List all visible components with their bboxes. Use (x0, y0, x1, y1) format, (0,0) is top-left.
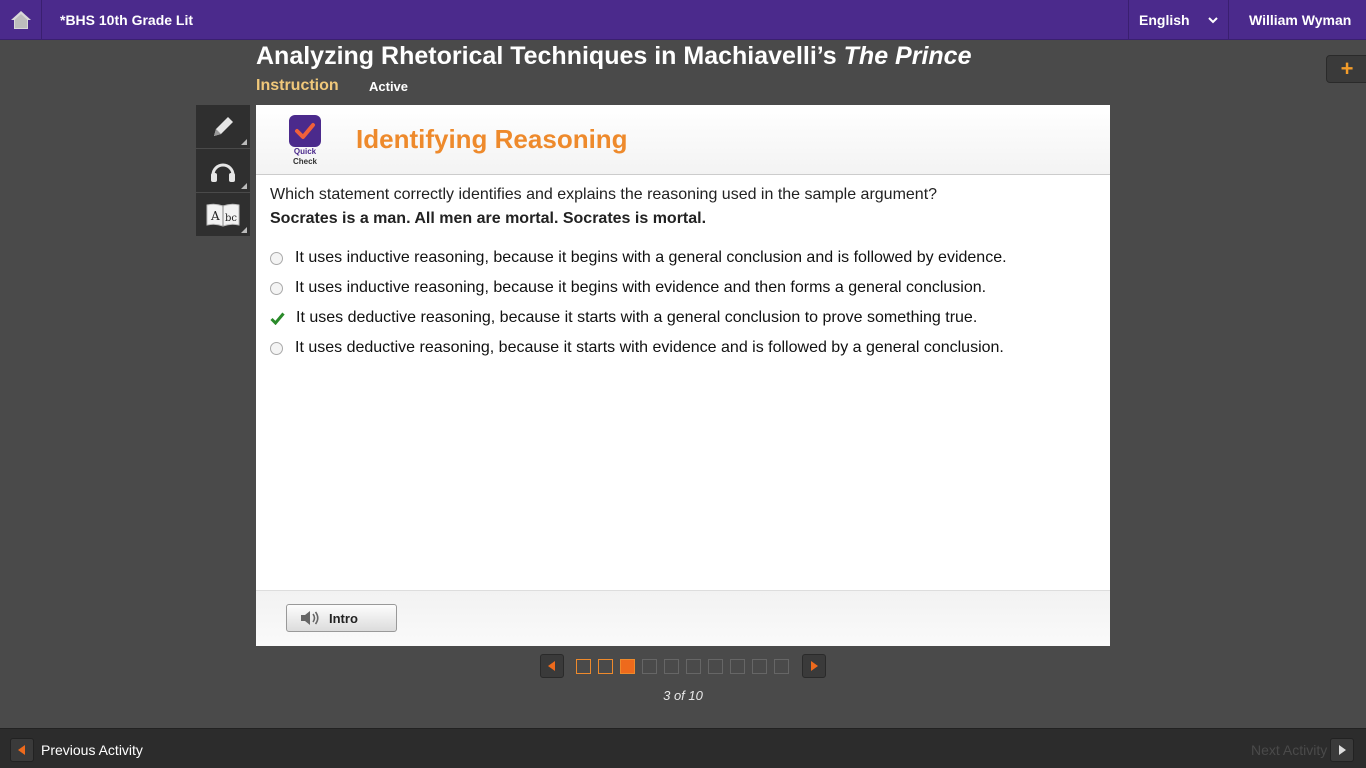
tool-corner-marker (241, 183, 247, 189)
answer-list: It uses inductive reasoning, because it … (270, 243, 1007, 363)
page-dot-7[interactable] (708, 659, 723, 674)
answer-option-2[interactable]: It uses inductive reasoning, because it … (270, 273, 1007, 303)
top-bar: *BHS 10th Grade Lit English William Wyma… (0, 0, 1366, 40)
dictionary-icon: A bc (206, 203, 240, 227)
question-text: Which statement correctly identifies and… (270, 186, 938, 203)
answer-text: It uses inductive reasoning, because it … (295, 249, 1007, 266)
speaker-icon (301, 611, 319, 625)
status-label: Active (369, 79, 409, 94)
page-dot-5[interactable] (664, 659, 679, 674)
add-button[interactable]: + (1326, 55, 1366, 83)
arrow-left-icon (548, 661, 555, 671)
tool-corner-marker (241, 227, 247, 233)
user-name[interactable]: William Wyman (1249, 0, 1351, 40)
page-count: 3 of 10 (663, 688, 703, 703)
page-dot-2[interactable] (598, 659, 613, 674)
panel-footer: Intro (256, 590, 1110, 646)
tool-corner-marker (241, 139, 247, 145)
lesson-title-work: The Prince (843, 42, 972, 70)
answer-option-1[interactable]: It uses inductive reasoning, because it … (270, 243, 1007, 273)
page-dot-3[interactable] (620, 659, 635, 674)
lesson-title: Analyzing Rhetorical Techniques in Machi… (256, 42, 971, 71)
activity-panel: Quick Check Identifying Reasoning Which … (256, 105, 1110, 646)
radio-button[interactable] (270, 251, 283, 265)
lesson-title-text: Analyzing Rhetorical Techniques in Machi… (256, 42, 844, 70)
notes-tool-button[interactable] (196, 105, 250, 149)
prev-page-button[interactable] (540, 654, 564, 678)
answer-option-4[interactable]: It uses deductive reasoning, because it … (270, 333, 1007, 363)
page-dot-10[interactable] (774, 659, 789, 674)
quick-check-label-line1: Quick (293, 147, 317, 156)
headphones-icon (211, 163, 235, 182)
previous-activity-label[interactable]: Previous Activity (41, 729, 143, 768)
radio-button[interactable] (270, 341, 283, 355)
page-dot-8[interactable] (730, 659, 745, 674)
answer-text: It uses deductive reasoning, because it … (295, 339, 1004, 356)
language-select[interactable]: English (1128, 0, 1229, 40)
answer-text: It uses inductive reasoning, because it … (295, 279, 987, 296)
page-dot-1[interactable] (576, 659, 591, 674)
home-icon (10, 11, 31, 29)
glossary-tool-button[interactable]: A bc (196, 193, 250, 237)
svg-text:A: A (210, 209, 220, 223)
arrow-left-icon (18, 745, 25, 755)
language-value: English (1139, 12, 1190, 28)
radio-button[interactable] (270, 281, 283, 295)
home-button[interactable] (0, 0, 42, 40)
quick-check-label: Quick Check (280, 147, 330, 167)
page-dot-6[interactable] (686, 659, 701, 674)
page-dot-4[interactable] (642, 659, 657, 674)
audio-tool-button[interactable] (196, 149, 250, 193)
chevron-down-icon (1208, 17, 1218, 24)
quick-check-icon (289, 115, 321, 147)
checkmark-icon (295, 123, 315, 139)
sample-argument: Socrates is a man. All men are mortal. S… (270, 210, 707, 227)
panel-header: Quick Check Identifying Reasoning (256, 105, 1110, 175)
panel-title: Identifying Reasoning (356, 124, 628, 154)
svg-text:bc: bc (225, 213, 237, 224)
correct-check-icon (270, 312, 285, 325)
course-title[interactable]: *BHS 10th Grade Lit (60, 0, 193, 40)
arrow-right-icon (811, 661, 818, 671)
answer-text: It uses deductive reasoning, because it … (296, 309, 978, 326)
pencil-icon (214, 116, 233, 136)
next-activity-label: Next Activity (1251, 742, 1328, 758)
previous-activity-button[interactable] (10, 738, 34, 762)
quick-check-label-line2: Check (292, 157, 317, 166)
tool-strip: A bc (196, 105, 250, 237)
page-navigator (540, 654, 830, 678)
arrow-right-icon (1339, 745, 1346, 755)
page-dot-9[interactable] (752, 659, 767, 674)
next-activity-button[interactable] (1330, 738, 1354, 762)
intro-label: Intro (329, 610, 358, 626)
answer-option-3[interactable]: It uses deductive reasoning, because it … (270, 303, 1007, 333)
intro-audio-button[interactable]: Intro (286, 604, 397, 632)
bottom-bar: Previous Activity Next Activity (0, 728, 1366, 768)
next-page-button[interactable] (802, 654, 826, 678)
section-label: Instruction (256, 77, 339, 94)
